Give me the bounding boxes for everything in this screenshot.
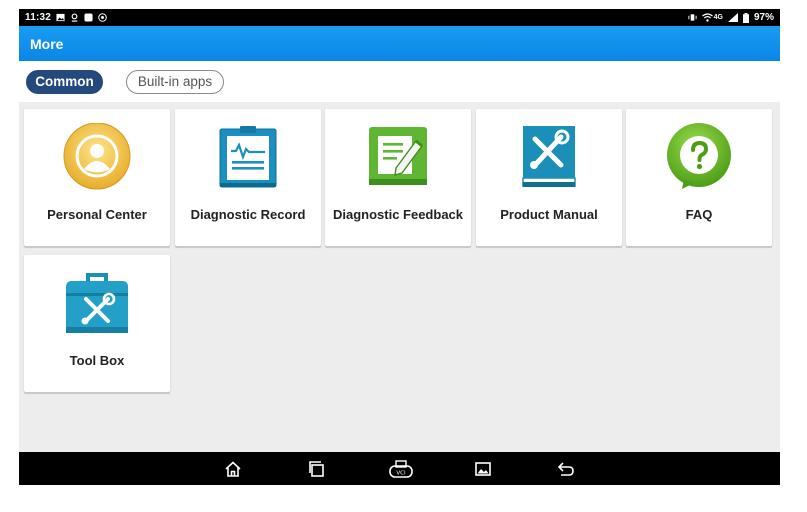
status-time: 11:32 (25, 12, 52, 23)
wifi-icon (701, 13, 713, 22)
item-label: Tool Box (69, 353, 125, 368)
navigation-bar: VCI (19, 452, 780, 485)
location-icon (71, 13, 78, 22)
title-bar: More (19, 26, 780, 61)
recent-apps-icon[interactable] (306, 458, 328, 480)
product-manual-icon (522, 126, 576, 187)
vci-label: VCI (396, 471, 406, 477)
item-faq[interactable]: FAQ (626, 109, 772, 246)
home-icon[interactable] (222, 458, 244, 480)
item-product-manual[interactable]: Product Manual (476, 109, 622, 246)
faq-icon (667, 123, 731, 189)
item-personal-center[interactable]: Personal Center (24, 109, 170, 246)
page-title: More (30, 35, 64, 52)
status-bar: 11:32 4G 97% (19, 9, 780, 26)
vci-icon[interactable]: VCI (388, 458, 414, 480)
item-label: Personal Center (47, 207, 147, 222)
back-icon[interactable] (555, 458, 577, 480)
status-bar-right: 4G 97% (688, 12, 774, 23)
status-bar-left: 11:32 (25, 12, 107, 23)
vibrate-icon (688, 14, 697, 21)
diagnostic-feedback-icon (369, 127, 427, 185)
network-type: 4G (713, 14, 723, 21)
item-diagnostic-record[interactable]: Diagnostic Record (175, 109, 321, 246)
tab-built-in-apps[interactable]: Built-in apps (126, 69, 224, 94)
image-icon (56, 13, 65, 22)
tab-bar: Common Built-in apps (19, 61, 780, 102)
diagnostic-record-icon (219, 126, 277, 188)
screenshot-icon[interactable] (472, 458, 494, 480)
item-label: Diagnostic Feedback (332, 207, 464, 222)
item-label: FAQ (685, 207, 713, 222)
battery-percent: 97% (753, 12, 774, 23)
app-square-icon (84, 13, 93, 22)
personal-center-icon (63, 123, 131, 190)
device-screen: 11:32 4G 97% More Common Built-in apps P… (19, 9, 780, 485)
item-label: Product Manual (500, 207, 598, 222)
battery-icon (742, 12, 749, 23)
tab-common[interactable]: Common (26, 69, 103, 94)
item-label: Diagnostic Record (190, 207, 306, 222)
settings-badge-icon (98, 13, 107, 22)
item-tool-box[interactable]: Tool Box (24, 255, 170, 392)
signal-icon (727, 13, 738, 22)
tool-box-icon (66, 273, 128, 333)
item-diagnostic-feedback[interactable]: Diagnostic Feedback (325, 109, 471, 246)
